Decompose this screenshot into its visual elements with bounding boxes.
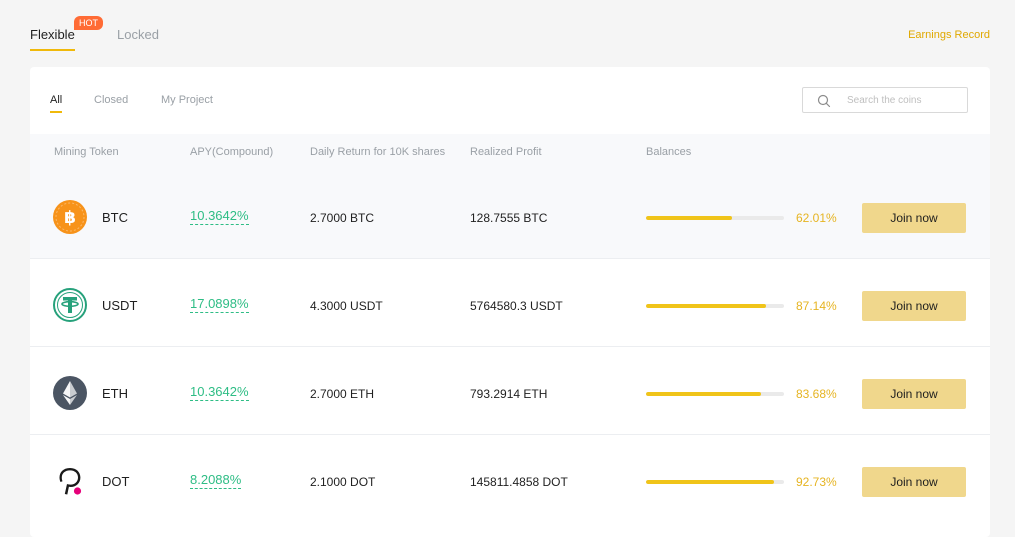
balance-bar-fill: [646, 480, 774, 484]
apy-value[interactable]: 10.3642%: [190, 384, 249, 401]
balance-percent: 87.14%: [796, 299, 837, 313]
coin-name: BTC: [102, 210, 128, 225]
daily-return: 2.1000 DOT: [310, 475, 376, 489]
ethereum-icon: [53, 376, 87, 410]
earnings-record-link[interactable]: Earnings Record: [908, 29, 990, 41]
balance-percent: 62.01%: [796, 211, 837, 225]
mining-card: All Closed My Project Mining Token APY(C…: [30, 67, 990, 537]
tab-my-project[interactable]: My Project: [161, 94, 213, 106]
search-icon: [817, 94, 831, 108]
join-now-button[interactable]: Join now: [862, 291, 966, 321]
col-header-daily-return: Daily Return for 10K shares: [310, 146, 446, 158]
realized-profit: 5764580.3 USDT: [470, 299, 563, 313]
realized-profit: 145811.4858 DOT: [470, 475, 568, 489]
tether-icon: [53, 288, 87, 322]
bitcoin-icon: ฿: [53, 200, 87, 234]
join-now-button[interactable]: Join now: [862, 467, 966, 497]
search-box: [802, 87, 968, 113]
svg-text:฿: ฿: [64, 208, 76, 228]
tab-flexible[interactable]: Flexible: [30, 27, 75, 51]
table-row: ETH 10.3642% 2.7000 ETH 793.2914 ETH 83.…: [30, 347, 990, 435]
join-now-button[interactable]: Join now: [862, 203, 966, 233]
balance-bar-fill: [646, 392, 762, 396]
col-header-realized-profit: Realized Profit: [470, 146, 542, 158]
col-header-balances: Balances: [646, 146, 692, 158]
daily-return: 2.7000 ETH: [310, 387, 375, 401]
col-header-apy: APY(Compound): [190, 146, 274, 158]
balance-bar: [646, 304, 784, 308]
balance-bar: [646, 392, 784, 396]
daily-return: 4.3000 USDT: [310, 299, 383, 313]
realized-profit: 793.2914 ETH: [470, 387, 548, 401]
coin-name: DOT: [102, 474, 130, 489]
tab-all[interactable]: All: [50, 94, 63, 113]
col-header-token: Mining Token: [54, 146, 119, 158]
join-now-button[interactable]: Join now: [862, 379, 966, 409]
apy-value[interactable]: 10.3642%: [190, 208, 249, 225]
realized-profit: 128.7555 BTC: [470, 211, 548, 225]
balance-bar: [646, 216, 784, 220]
balance-bar-fill: [646, 216, 732, 220]
polkadot-icon: [59, 468, 82, 495]
table-row: ฿ BTC 10.3642% 2.7000 BTC 128.7555 BTC 6…: [30, 171, 990, 259]
search-input[interactable]: [847, 92, 957, 108]
apy-value[interactable]: 17.0898%: [190, 296, 249, 313]
coin-name: ETH: [102, 386, 128, 401]
apy-value[interactable]: 8.2088%: [190, 472, 242, 489]
balance-percent: 92.73%: [796, 475, 837, 489]
hot-badge: HOT: [74, 16, 103, 30]
balance-bar-fill: [646, 304, 767, 308]
table-row: DOT 8.2088% 2.1000 DOT 145811.4858 DOT 9…: [30, 435, 990, 523]
table-row: USDT 17.0898% 4.3000 USDT 5764580.3 USDT…: [30, 259, 990, 347]
balance-percent: 83.68%: [796, 387, 837, 401]
coin-name: USDT: [102, 298, 138, 313]
tab-closed[interactable]: Closed: [94, 94, 128, 106]
daily-return: 2.7000 BTC: [310, 211, 375, 225]
tab-locked[interactable]: Locked: [117, 27, 159, 42]
balance-bar: [646, 480, 784, 484]
